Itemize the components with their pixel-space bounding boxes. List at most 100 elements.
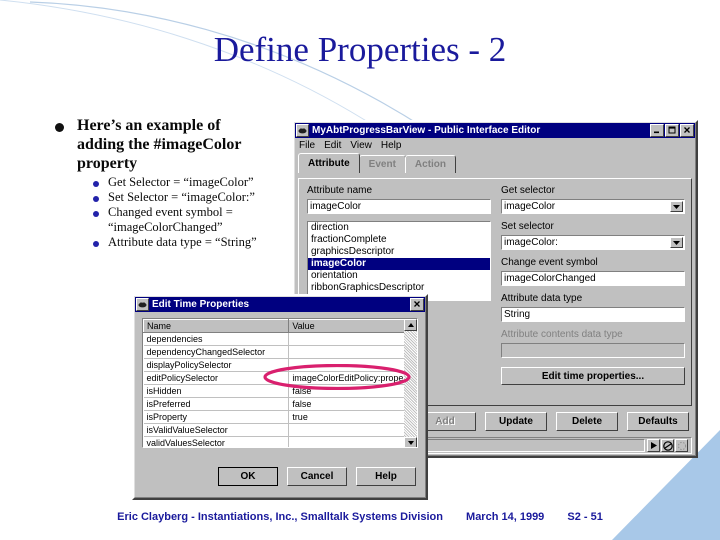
table-row[interactable]: validValuesSelector	[143, 436, 417, 447]
table-row-highlighted[interactable]: editPolicySelector imageColorEditPolicy:…	[143, 371, 417, 385]
column-header-value[interactable]: Value	[288, 319, 417, 333]
edit-time-properties-button[interactable]: Edit time properties...	[501, 367, 685, 385]
attribute-listbox[interactable]: direction fractionComplete graphicsDescr…	[307, 221, 491, 301]
scrollbar-track[interactable]	[404, 331, 417, 437]
bullet-sublist: Get Selector = “imageColor” Set Selector…	[93, 175, 295, 250]
dialog-titlebar[interactable]: Edit Time Properties	[134, 296, 426, 312]
row-value[interactable]	[288, 332, 417, 346]
tab-event[interactable]: Event	[358, 155, 406, 173]
scroll-down-button[interactable]	[404, 437, 417, 447]
menu-item-help[interactable]: Help	[381, 140, 402, 151]
window-titlebar[interactable]: MyAbtProgressBarView - Public Interface …	[294, 122, 696, 138]
row-value[interactable]	[288, 436, 417, 447]
table-scrollbar[interactable]	[404, 319, 417, 447]
row-name: isPreferred	[143, 397, 290, 411]
attribute-name-label: Attribute name	[307, 185, 373, 196]
table-row[interactable]: isProperty true	[143, 410, 417, 424]
menu-item-edit[interactable]: Edit	[324, 140, 341, 151]
attribute-data-type-label: Attribute data type	[501, 293, 583, 304]
set-selector-combobox[interactable]: imageColor:	[501, 235, 685, 250]
scroll-up-button[interactable]	[404, 319, 417, 331]
menubar[interactable]: File Edit View Help	[294, 138, 696, 153]
close-icon[interactable]	[410, 297, 424, 311]
close-button[interactable]	[680, 123, 694, 137]
tab-action[interactable]: Action	[404, 155, 457, 173]
row-name: isProperty	[143, 410, 290, 424]
maximize-button[interactable]	[665, 123, 679, 137]
properties-table-container[interactable]: Name Value dependencies dependencyChange…	[142, 318, 418, 448]
list-item[interactable]: orientation	[308, 270, 490, 282]
row-name: displayPolicySelector	[143, 358, 290, 372]
row-name: dependencyChangedSelector	[143, 345, 290, 359]
bullet-block: Here’s an example of adding the #imageCo…	[55, 116, 295, 250]
bullet-dot-icon	[93, 211, 99, 217]
list-item[interactable]: fractionComplete	[308, 234, 490, 246]
status-icons[interactable]	[647, 439, 688, 452]
app-icon	[136, 297, 149, 311]
list-item-selected[interactable]: imageColor	[308, 258, 490, 270]
busy-icon[interactable]	[675, 439, 688, 452]
table-row[interactable]: isHidden false	[143, 384, 417, 398]
defaults-button[interactable]: Defaults	[627, 412, 689, 431]
table-row[interactable]: dependencyChangedSelector	[143, 345, 417, 359]
bullet-primary: Here’s an example of adding the #imageCo…	[55, 116, 295, 173]
row-value[interactable]	[288, 358, 417, 372]
bullet-dot-icon	[93, 196, 99, 202]
change-event-symbol-input[interactable]: imageColorChanged	[501, 271, 685, 286]
table-row[interactable]: isValidValueSelector	[143, 423, 417, 437]
stop-icon[interactable]	[661, 439, 674, 452]
get-selector-combobox[interactable]: imageColor	[501, 199, 685, 214]
chevron-down-icon[interactable]	[670, 201, 683, 212]
table-row[interactable]: dependencies	[143, 332, 417, 346]
minimize-button[interactable]	[650, 123, 664, 137]
row-value[interactable]	[288, 423, 417, 437]
list-item: Changed event symbol = “imageColorChange…	[93, 205, 295, 235]
row-value[interactable]: false	[288, 397, 417, 411]
cancel-button[interactable]: Cancel	[287, 467, 347, 486]
footer-date: March 14, 1999	[466, 511, 545, 523]
properties-table: Name Value dependencies dependencyChange…	[143, 319, 417, 447]
row-value[interactable]: imageColorEditPolicy:property,Data	[288, 371, 417, 385]
edit-time-properties-dialog[interactable]: Edit Time Properties Name Value dependen…	[132, 294, 428, 500]
page-title: Define Properties - 2	[213, 30, 507, 69]
attribute-name-input[interactable]: imageColor	[307, 199, 491, 214]
set-selector-value: imageColor:	[504, 237, 558, 248]
chevron-down-icon[interactable]	[670, 237, 683, 248]
play-icon[interactable]	[647, 439, 660, 452]
table-row[interactable]: displayPolicySelector	[143, 358, 417, 372]
attribute-data-type-input[interactable]: String	[501, 307, 685, 322]
footer-slide-number: S2 - 51	[567, 511, 603, 523]
dialog-window-controls[interactable]	[410, 297, 424, 311]
column-header-name[interactable]: Name	[143, 319, 290, 333]
list-item[interactable]: ribbonGraphicsDescriptor	[308, 282, 490, 294]
list-item[interactable]: graphicsDescriptor	[308, 246, 490, 258]
dialog-button-row[interactable]: OK Cancel Help	[218, 467, 416, 486]
row-value[interactable]: false	[288, 384, 417, 398]
bullet-dot-icon	[55, 123, 64, 132]
list-item: Attribute data type = “String”	[93, 235, 295, 250]
list-item: Set Selector = “imageColor:”	[93, 190, 295, 205]
menu-item-file[interactable]: File	[299, 140, 315, 151]
row-name: editPolicySelector	[143, 371, 290, 385]
delete-button[interactable]: Delete	[556, 412, 618, 431]
tab-attribute[interactable]: Attribute	[298, 153, 360, 173]
row-value[interactable]	[288, 345, 417, 359]
window-controls[interactable]	[650, 123, 694, 137]
tabstrip[interactable]: Attribute Event Action	[298, 153, 696, 173]
update-button[interactable]: Update	[485, 412, 547, 431]
bullet-dot-icon	[93, 241, 99, 247]
get-selector-label: Get selector	[501, 185, 555, 196]
table-row[interactable]: isPreferred false	[143, 397, 417, 411]
action-button-row[interactable]: Add Update Delete Defaults	[414, 412, 692, 432]
get-selector-value: imageColor	[504, 201, 556, 212]
list-item[interactable]: direction	[308, 222, 490, 234]
attribute-contents-data-type-input	[501, 343, 685, 358]
row-value[interactable]: true	[288, 410, 417, 424]
menu-item-view[interactable]: View	[350, 140, 372, 151]
row-name: dependencies	[143, 332, 290, 346]
bullet-sub-text: Changed event symbol = “imageColorChange…	[108, 205, 233, 234]
help-button[interactable]: Help	[356, 467, 416, 486]
app-icon	[296, 123, 309, 137]
bullet-sub-text: Get Selector = “imageColor”	[108, 175, 254, 189]
ok-button[interactable]: OK	[218, 467, 278, 486]
